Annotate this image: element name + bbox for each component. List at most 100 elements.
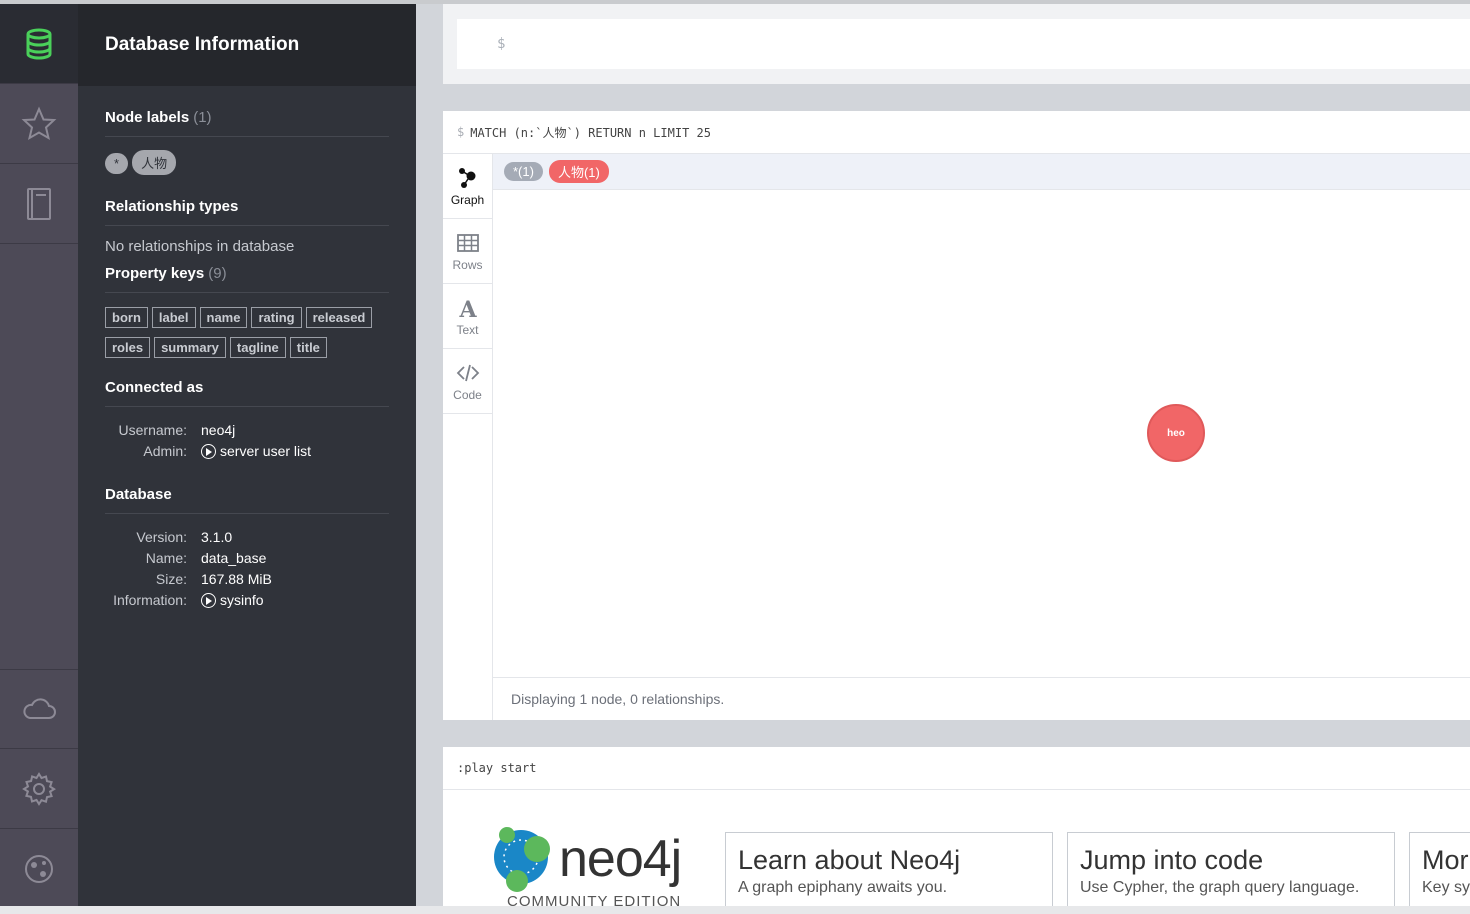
window-bottom-scrollbar bbox=[0, 906, 1470, 914]
editor-prompt: $ bbox=[497, 36, 506, 52]
sysinfo-link[interactable]: sysinfo bbox=[201, 590, 264, 611]
favorites-button[interactable] bbox=[0, 84, 78, 164]
settings-button[interactable] bbox=[0, 749, 78, 829]
result-frame-header[interactable]: $ MATCH (n:`人物`) RETURN n LIMIT 25 bbox=[443, 111, 1470, 154]
property-keys-count: (9) bbox=[208, 265, 227, 282]
database-info-button[interactable] bbox=[0, 4, 78, 84]
property-key[interactable]: name bbox=[199, 307, 248, 328]
version-value: 3.1.0 bbox=[201, 529, 233, 545]
node-label-all[interactable]: * bbox=[105, 153, 129, 174]
query-text: MATCH (n:`人物`) RETURN n LIMIT 25 bbox=[470, 125, 711, 140]
card-title: Mor bbox=[1422, 845, 1469, 875]
table-icon bbox=[456, 233, 479, 252]
card-subtitle: Key sy bbox=[1422, 879, 1470, 896]
property-key[interactable]: born bbox=[105, 307, 148, 328]
play-circle-icon bbox=[201, 593, 216, 608]
code-icon bbox=[456, 364, 479, 381]
admin-label: Admin: bbox=[143, 443, 187, 459]
card-title: Jump into code bbox=[1080, 845, 1264, 875]
graph-legend: *(1) 人物(1) bbox=[493, 154, 1470, 190]
name-row: Name: data_base bbox=[105, 548, 389, 569]
documents-button[interactable] bbox=[0, 164, 78, 244]
learn-about-neo4j-card[interactable]: Learn about Neo4j A graph epiphany await… bbox=[725, 832, 1053, 912]
query-prompt: $ bbox=[457, 125, 465, 139]
drawer-title: Database Information bbox=[78, 4, 416, 86]
cloud-icon bbox=[23, 698, 56, 719]
node-label-person[interactable]: 人物 bbox=[132, 150, 177, 175]
play-command-text: :play start bbox=[457, 761, 537, 775]
size-label: Size: bbox=[155, 571, 187, 587]
result-frame: $ MATCH (n:`人物`) RETURN n LIMIT 25 Graph… bbox=[443, 111, 1470, 720]
username-label: Username: bbox=[118, 422, 187, 438]
property-key[interactable]: roles bbox=[105, 337, 151, 358]
tab-text[interactable]: A Text bbox=[443, 284, 492, 349]
name-label: Name: bbox=[145, 550, 187, 566]
legend-all-nodes[interactable]: *(1) bbox=[504, 162, 543, 181]
neo4j-wordmark: neo4j bbox=[559, 830, 682, 888]
play-start-frame: :play start neo4j COMMUNITY EDITION Lear… bbox=[443, 747, 1470, 912]
node-labels-list: * 人物 bbox=[105, 137, 389, 175]
connected-as-heading: Connected as bbox=[105, 369, 389, 407]
information-label: Information: bbox=[113, 592, 187, 608]
tab-graph-label: Graph bbox=[450, 192, 485, 207]
node-labels-title: Node labels bbox=[105, 109, 190, 126]
property-key[interactable]: summary bbox=[154, 337, 226, 358]
version-label: Version: bbox=[136, 529, 187, 545]
no-relationships-text: No relationships in database bbox=[105, 238, 295, 255]
node-labels-count: (1) bbox=[193, 109, 212, 126]
property-key[interactable]: released bbox=[305, 307, 373, 328]
text-icon: A bbox=[458, 297, 477, 320]
size-value: 167.88 MiB bbox=[201, 571, 272, 587]
svg-text:A: A bbox=[458, 297, 477, 320]
database-info-drawer: Database Information Node labels (1) * 人物… bbox=[78, 4, 416, 906]
tab-code[interactable]: Code bbox=[443, 349, 492, 414]
graph-icon bbox=[458, 167, 475, 188]
card-subtitle: A graph epiphany awaits you. bbox=[738, 879, 948, 896]
result-status-bar: Displaying 1 node, 0 relationships. bbox=[493, 677, 1470, 720]
server-user-list-link[interactable]: server user list bbox=[201, 441, 311, 462]
database-icon bbox=[26, 28, 52, 60]
username-row: Username: neo4j bbox=[105, 420, 389, 441]
about-button[interactable] bbox=[0, 829, 78, 909]
tab-graph[interactable]: Graph bbox=[443, 154, 492, 219]
property-key[interactable]: title bbox=[289, 337, 327, 358]
database-heading: Database bbox=[105, 476, 389, 514]
sync-button[interactable] bbox=[0, 669, 78, 749]
tab-rows-label: Rows bbox=[452, 257, 483, 272]
about-icon bbox=[25, 854, 53, 883]
neo4j-logo: neo4j COMMUNITY EDITION bbox=[493, 825, 693, 910]
query-editor-bar: $ bbox=[443, 4, 1470, 84]
star-icon bbox=[21, 105, 57, 140]
size-row: Size: 167.88 MiB bbox=[105, 569, 389, 590]
sysinfo-text: sysinfo bbox=[220, 592, 264, 608]
gear-icon bbox=[22, 771, 56, 806]
tab-text-label: Text bbox=[456, 322, 479, 337]
navigation-rail bbox=[0, 4, 78, 909]
play-circle-icon bbox=[201, 444, 216, 459]
property-key[interactable]: tagline bbox=[229, 337, 286, 358]
property-keys-title: Property keys bbox=[105, 265, 205, 282]
property-key[interactable]: label bbox=[151, 307, 196, 328]
neo4j-graph-icon bbox=[494, 827, 550, 892]
more-card[interactable]: Mor Key sy bbox=[1409, 832, 1470, 912]
admin-row: Admin: server user list bbox=[105, 441, 389, 462]
card-title: Learn about Neo4j bbox=[738, 845, 961, 875]
property-key[interactable]: rating bbox=[251, 307, 302, 328]
name-value: data_base bbox=[201, 550, 267, 566]
tab-code-label: Code bbox=[453, 387, 482, 402]
property-keys-list: born label name rating releasedroles summary t… bbox=[105, 293, 385, 367]
result-view-tabs: Graph Rows A Text Code bbox=[443, 154, 493, 720]
query-editor-input[interactable]: $ bbox=[457, 19, 1470, 69]
information-row: Information: sysinfo bbox=[105, 590, 389, 611]
graph-node[interactable]: heo bbox=[1147, 404, 1205, 462]
version-row: Version: 3.1.0 bbox=[105, 527, 389, 548]
server-user-list-text: server user list bbox=[220, 443, 312, 459]
graph-canvas[interactable]: heo bbox=[493, 190, 1470, 677]
play-frame-header[interactable]: :play start bbox=[443, 747, 1470, 790]
jump-into-code-card[interactable]: Jump into code Use Cypher, the graph que… bbox=[1067, 832, 1395, 912]
username-value: neo4j bbox=[201, 422, 236, 438]
legend-person-label[interactable]: 人物(1) bbox=[548, 160, 609, 183]
book-icon bbox=[27, 187, 51, 220]
tab-rows[interactable]: Rows bbox=[443, 219, 492, 284]
property-keys-heading: Property keys (9) bbox=[105, 255, 389, 293]
